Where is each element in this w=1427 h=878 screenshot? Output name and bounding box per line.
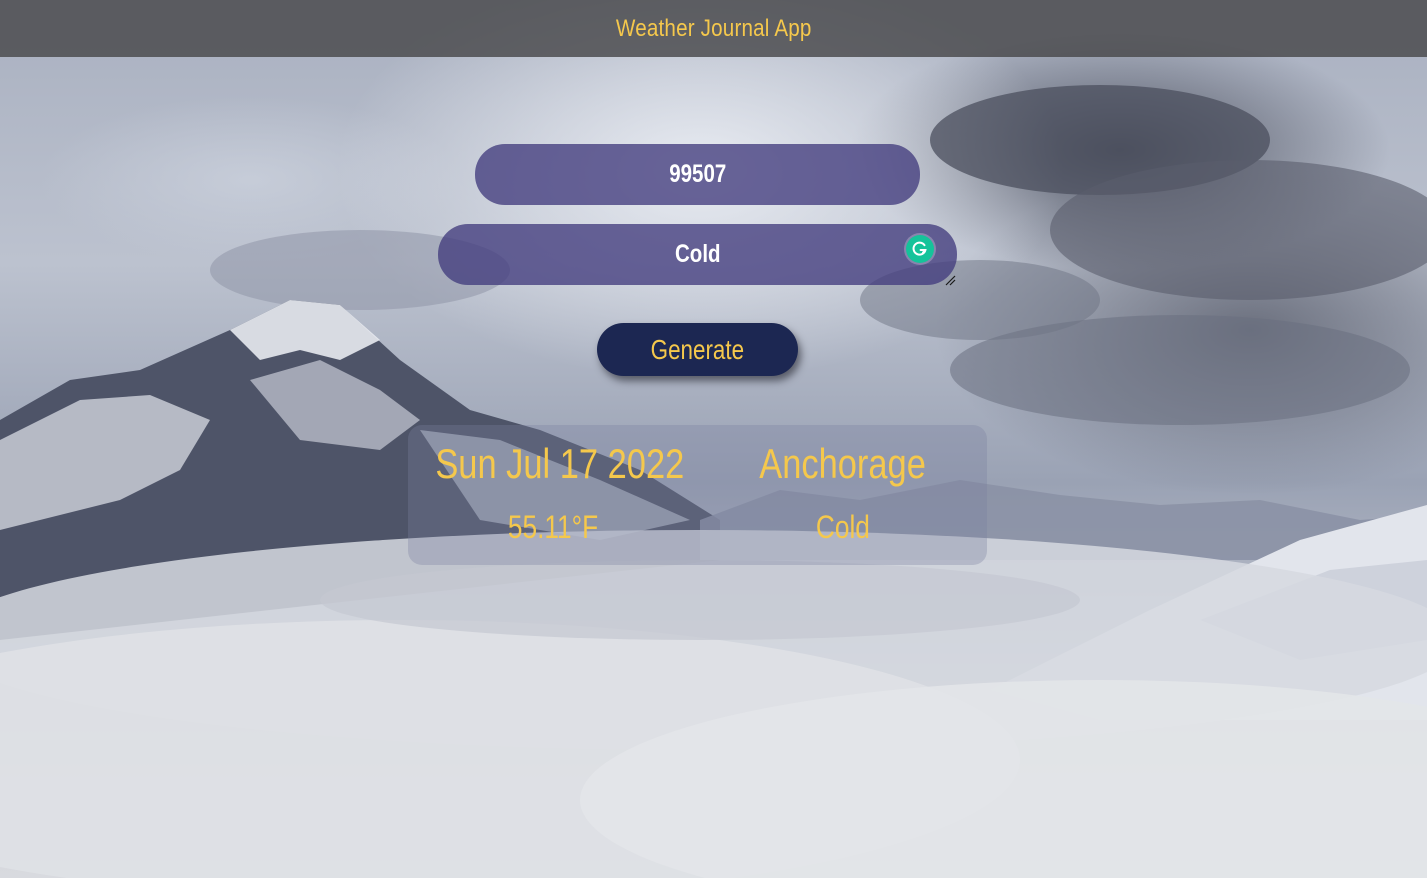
app-header: Weather Journal App bbox=[0, 0, 1427, 57]
entry-city-value: Anchorage bbox=[759, 440, 926, 487]
resize-handle-icon[interactable] bbox=[944, 273, 956, 286]
app-title: Weather Journal App bbox=[615, 14, 812, 42]
generate-button-label: Generate bbox=[650, 333, 745, 365]
zip-input-value: 99507 bbox=[668, 160, 727, 188]
zip-input[interactable]: 99507 bbox=[475, 144, 920, 205]
entry-date-value: Sun Jul 17 2022 bbox=[435, 440, 685, 487]
entry-temperature-value: 55.11°F bbox=[507, 509, 599, 545]
entry-temperature: 55.11°F bbox=[408, 505, 698, 549]
feelings-textarea[interactable]: Cold bbox=[438, 224, 957, 285]
feelings-textarea-value: Cold bbox=[674, 240, 721, 268]
entry-date: Sun Jul 17 2022 bbox=[408, 437, 698, 491]
entry-content: Cold bbox=[698, 505, 987, 549]
entry-content-value: Cold bbox=[815, 509, 870, 545]
generate-button[interactable]: Generate bbox=[597, 323, 798, 376]
grammarly-icon[interactable] bbox=[906, 235, 934, 263]
entry-city: Anchorage bbox=[698, 437, 987, 491]
